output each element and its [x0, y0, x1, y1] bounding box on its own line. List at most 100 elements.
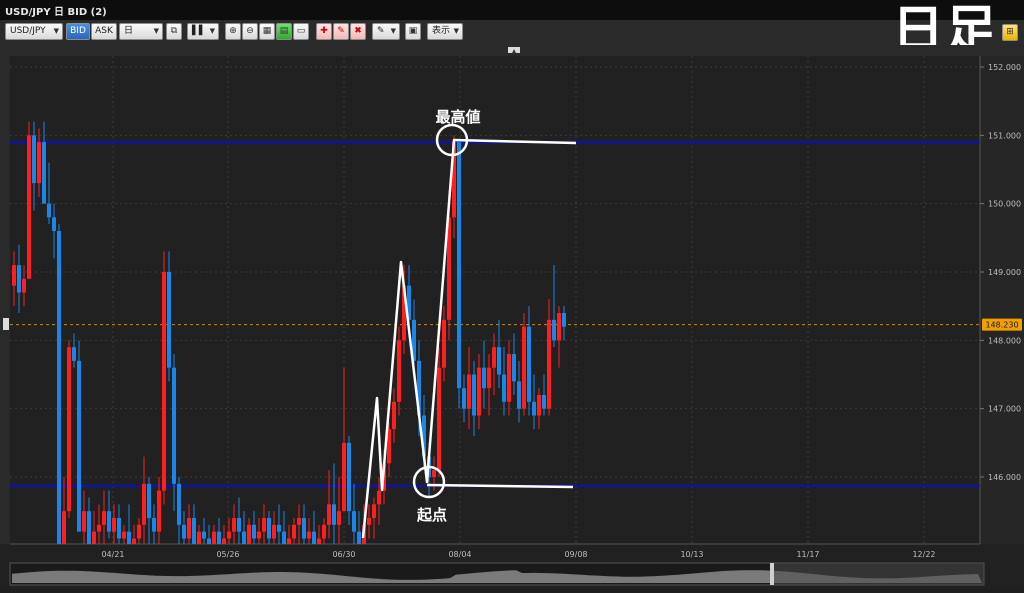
candle-body: [502, 374, 506, 402]
zoom-out-icon[interactable]: ⊖: [242, 23, 258, 40]
candle-body: [557, 313, 561, 341]
settings-grid-icon[interactable]: ⊞: [1002, 24, 1018, 41]
candle-body: [272, 524, 276, 539]
grid-icon[interactable]: ▦: [259, 23, 275, 40]
candle-body: [522, 326, 526, 409]
date-tick-label: 12/22: [912, 550, 935, 559]
date-tick-label: 09/08: [564, 550, 587, 559]
period-label: 日: [124, 26, 134, 36]
candle-body: [287, 538, 291, 544]
candle-body: [72, 347, 76, 361]
period-select[interactable]: 日 ▼: [119, 23, 163, 40]
date-tick-label: 10/13: [680, 550, 703, 559]
candle-body: [202, 531, 206, 539]
candle-body: [12, 265, 16, 286]
ask-toggle[interactable]: ASK: [91, 23, 117, 40]
candle-body: [462, 388, 466, 409]
candle-body: [432, 470, 436, 477]
candle-body: [197, 531, 201, 544]
candle-body: [32, 135, 36, 184]
date-tick-label: 08/04: [448, 550, 471, 559]
screenshot-icon[interactable]: ▣: [405, 23, 421, 40]
layout-icon[interactable]: ▤: [276, 23, 292, 40]
window-icon[interactable]: ▭: [293, 23, 309, 40]
candle-body: [532, 401, 536, 416]
collapse-arrow-icon: ▲: [512, 48, 517, 55]
candle-body: [262, 518, 266, 532]
high-label: 最高値: [435, 108, 480, 126]
display-menu[interactable]: 表示 ▼: [427, 23, 463, 40]
candle-body: [477, 367, 481, 416]
candle-body: [247, 524, 251, 544]
candle-body: [242, 531, 246, 544]
candle-body: [267, 518, 271, 539]
left-handle[interactable]: [3, 318, 9, 330]
candle-body: [232, 518, 236, 532]
chevron-down-icon: ▼: [153, 27, 159, 35]
toolbar: USD/JPY ▼ BID ASK 日 ▼ ⧉ ▌▌ ▼ ⊕ ⊖ ▦ ▤ ▭ ✚…: [0, 20, 1024, 46]
candle-body: [292, 524, 296, 539]
display-label: 表示: [432, 26, 451, 36]
candle-body: [282, 531, 286, 544]
candle-body: [377, 490, 381, 505]
candle-body: [487, 367, 491, 389]
price-tick-label: 150.000: [988, 200, 1021, 209]
date-tick-label: 05/26: [216, 550, 239, 559]
candle-body: [547, 319, 551, 409]
price-tick-label: 149.000: [988, 268, 1021, 277]
draw-tool-select[interactable]: ✎ ▼: [372, 23, 400, 40]
navigator-handle[interactable]: [770, 563, 774, 585]
candle-body: [177, 483, 181, 525]
candle-body: [42, 142, 46, 204]
indicator-edit-icon[interactable]: ✎: [333, 23, 349, 40]
navigator-window[interactable]: [772, 563, 984, 585]
candle-body: [552, 319, 556, 341]
candle-body: [67, 347, 71, 512]
zoom-in-icon[interactable]: ⊕: [225, 23, 241, 40]
indicator-add-icon[interactable]: ✚: [316, 23, 332, 40]
candle-body: [372, 504, 376, 518]
candle-body: [62, 511, 66, 544]
indicator-remove-icon[interactable]: ✖: [350, 23, 366, 40]
current-price-tag: 148.230: [982, 318, 1022, 331]
candle-body: [357, 531, 361, 544]
compare-icon[interactable]: ⧉: [166, 23, 182, 40]
candle-body: [342, 442, 346, 512]
candle-body: [352, 511, 356, 532]
candle-body: [172, 367, 176, 484]
price-tick-label: 152.000: [988, 63, 1021, 72]
price-tag-value: 148.230: [985, 321, 1018, 330]
chevron-down-icon: ▼: [53, 27, 59, 35]
bid-toggle[interactable]: BID: [66, 23, 90, 40]
candle-body: [517, 381, 521, 409]
candle-body: [252, 524, 256, 539]
candle-body: [222, 538, 226, 544]
candle-body: [137, 524, 141, 539]
candle-chart-icon: ▌▌: [192, 26, 206, 36]
title-bar: USD/JPY 日 BID (2): [0, 0, 1024, 20]
price-tick-label: 147.000: [988, 405, 1021, 414]
symbol-select[interactable]: USD/JPY ▼: [5, 23, 63, 40]
date-tick-label: 04/21: [101, 550, 124, 559]
candle-body: [277, 524, 281, 532]
candle-body: [22, 278, 26, 293]
start-label: 起点: [416, 506, 447, 524]
candle-body: [437, 367, 441, 471]
chart-svg[interactable]: ▲ 152.000 151.000 150.000 149.000 148.000 147…: [0, 45, 1024, 589]
chart-area[interactable]: ▲ 152.000 151.000 150.000 149.000 148.000 147…: [0, 45, 1024, 589]
price-axis-bg: [980, 56, 1024, 544]
price-tick-label: 151.000: [988, 131, 1021, 140]
price-tick-label: 148.000: [988, 336, 1021, 345]
symbol-label: USD/JPY: [10, 26, 46, 36]
date-tick-label: 06/30: [332, 550, 355, 559]
candle-body: [97, 524, 101, 532]
candle-body: [397, 340, 401, 402]
chevron-down-icon: ▼: [209, 27, 215, 35]
chart-type-select[interactable]: ▌▌ ▼: [187, 23, 219, 40]
candle-body: [537, 395, 541, 416]
candle-body: [482, 367, 486, 389]
candle-body: [332, 504, 336, 525]
candle-body: [27, 135, 31, 279]
candle-body: [107, 511, 111, 532]
date-tick-label: 11/17: [796, 550, 819, 559]
